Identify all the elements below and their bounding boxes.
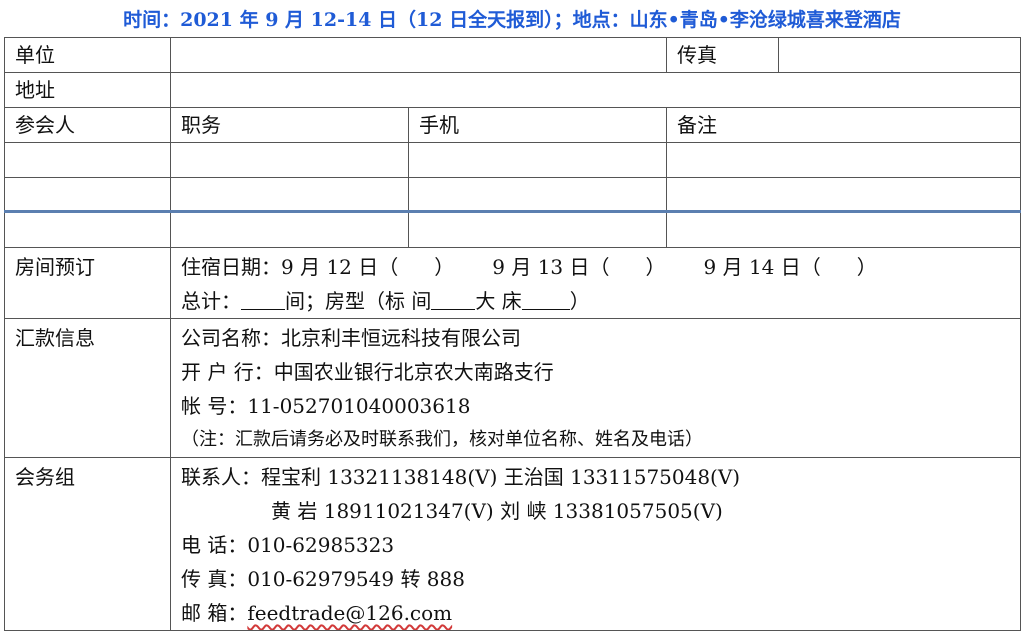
row-room-booking: 房间预订 住宿日期：9 月 12 日（ ） 9 月 13 日（ ） 9 月 14 日（ ）… — [4, 247, 1021, 319]
row-address: 地址 — [4, 72, 1021, 108]
contact-line-2: 黄 岩 18911021347(V) 刘 峡 13381057505(V) — [271, 499, 723, 523]
date-14-label: 9 月 14 日（ — [703, 255, 821, 279]
remittance-label: 汇款信息 — [15, 326, 95, 350]
attendee-mobile-cell[interactable] — [408, 142, 667, 178]
attendee-remark-cell[interactable] — [666, 211, 1021, 248]
attendee-mobile-cell[interactable] — [408, 211, 667, 248]
registration-form-page: 时间：2021 年 9 月 12-14 日（12 日全天报到）；地点：山东•青岛… — [0, 0, 1024, 635]
unit-input-cell[interactable] — [170, 37, 667, 73]
row-unit: 单位 传真 — [4, 37, 1021, 73]
room-booking-label: 房间预订 — [15, 255, 95, 279]
bank-value: 中国农业银行北京农大南路支行 — [273, 360, 554, 384]
account-line: 帐 号：11-052701040003618 — [181, 389, 1020, 423]
attendee-remark-cell[interactable] — [666, 142, 1021, 178]
remittance-note: （注：汇款后请务必及时联系我们，核对单位名称、姓名及电话） — [181, 429, 703, 450]
label-fax: 传真 — [666, 37, 779, 73]
attendee-row-1 — [4, 142, 1021, 178]
contact-line-1: 联系人：程宝利 13321138148(V) 王治国 13311575048(V… — [181, 460, 1020, 494]
row-service-group: 会务组 联系人：程宝利 13321138148(V) 王治国 133115750… — [4, 457, 1021, 631]
label-attendee: 参会人 — [4, 107, 171, 143]
date-12-close: ） — [434, 255, 455, 279]
bank-line: 开 户 行：中国农业银行北京农大南路支行 — [181, 355, 1020, 389]
contact-list-1: 程宝利 13321138148(V) 王治国 13311575048(V) — [261, 465, 741, 489]
service-group-content: 联系人：程宝利 13321138148(V) 王治国 13311575048(V… — [170, 457, 1021, 631]
attendee-position-cell[interactable] — [170, 177, 409, 213]
label-room-booking: 房间预订 — [4, 247, 171, 319]
attendee-position-cell[interactable] — [170, 211, 409, 248]
label-address: 地址 — [4, 72, 171, 108]
remittance-content: 公司名称：北京利丰恒远科技有限公司 开 户 行：中国农业银行北京农大南路支行 帐… — [170, 318, 1021, 458]
contact-label: 联系人： — [181, 465, 261, 489]
attendee-row-2 — [4, 177, 1021, 213]
attendee-name-cell[interactable] — [4, 177, 171, 213]
email-label: 邮 箱： — [181, 601, 248, 625]
attendee-name-cell[interactable] — [4, 142, 171, 178]
row-attendee-header: 参会人 职务 手机 备注 — [4, 107, 1021, 143]
fax-input-cell[interactable] — [778, 37, 1021, 73]
label-unit: 单位 — [4, 37, 171, 73]
account-value: 11-052701040003618 — [247, 394, 471, 418]
label-remark: 备注 — [666, 107, 1021, 143]
label-mobile: 手机 — [408, 107, 667, 143]
attendee-mobile-cell[interactable] — [408, 177, 667, 213]
date-14-close: ） — [856, 255, 877, 279]
total-rooms-blank[interactable] — [241, 289, 285, 310]
room-type-standard-label: 间；房型（标 间 — [285, 289, 432, 313]
date-13-label: 9 月 13 日（ — [492, 255, 610, 279]
label-remittance: 汇款信息 — [4, 318, 171, 458]
date-12-label: 9 月 12 日（ — [281, 255, 399, 279]
attendee-position-cell[interactable] — [170, 142, 409, 178]
room-booking-content: 住宿日期：9 月 12 日（ ） 9 月 13 日（ ） 9 月 14 日（ ） 总计： 间… — [170, 247, 1021, 319]
company-value: 北京利丰恒远科技有限公司 — [281, 326, 521, 350]
email-link[interactable]: feedtrade@126.com — [247, 601, 452, 625]
service-fax-label: 传 真： — [181, 567, 248, 591]
service-group-label: 会务组 — [15, 465, 75, 489]
bank-label: 开 户 行： — [181, 360, 274, 384]
stay-dates-line: 住宿日期：9 月 12 日（ ） 9 月 13 日（ ） 9 月 14 日（ ） — [181, 250, 1020, 284]
label-position: 职务 — [170, 107, 409, 143]
fax-line: 传 真：010-62979549 转 888 — [181, 562, 1020, 596]
phone-label: 电 话： — [181, 533, 248, 557]
total-label: 总计： — [181, 289, 241, 313]
phone-line: 电 话：010-62985323 — [181, 528, 1020, 562]
company-line: 公司名称：北京利丰恒远科技有限公司 — [181, 321, 1020, 355]
phone-value: 010-62985323 — [247, 533, 395, 557]
service-fax-value: 010-62979549 转 888 — [247, 567, 465, 591]
attendee-name-cell[interactable] — [4, 211, 171, 248]
event-header: 时间：2021 年 9 月 12-14 日（12 日全天报到）；地点：山东•青岛… — [123, 9, 901, 31]
room-type-close: ） — [569, 289, 590, 313]
room-type-bigbed-label: 大 床 — [475, 289, 522, 313]
account-label: 帐 号： — [181, 394, 248, 418]
attendee-row-3 — [4, 211, 1021, 248]
address-input-cell[interactable] — [170, 72, 1021, 108]
email-line: 邮 箱：feedtrade@126.com — [181, 596, 1020, 630]
date-13-close: ） — [645, 255, 666, 279]
row-remittance: 汇款信息 公司名称：北京利丰恒远科技有限公司 开 户 行：中国农业银行北京农大南… — [4, 318, 1021, 458]
bigbed-room-blank[interactable] — [521, 289, 570, 310]
room-total-line: 总计： 间；房型（标 间 大 床 ） — [181, 284, 1020, 318]
attendee-remark-cell[interactable] — [666, 177, 1021, 213]
standard-room-blank[interactable] — [431, 289, 476, 310]
stay-dates-label: 住宿日期： — [181, 255, 281, 279]
company-label: 公司名称： — [181, 326, 281, 350]
label-service-group: 会务组 — [4, 457, 171, 631]
registration-table: 单位 传真 地址 参会人 职务 手机 备注 房间预订 住宿日期：9 月 12 日… — [4, 37, 1021, 631]
